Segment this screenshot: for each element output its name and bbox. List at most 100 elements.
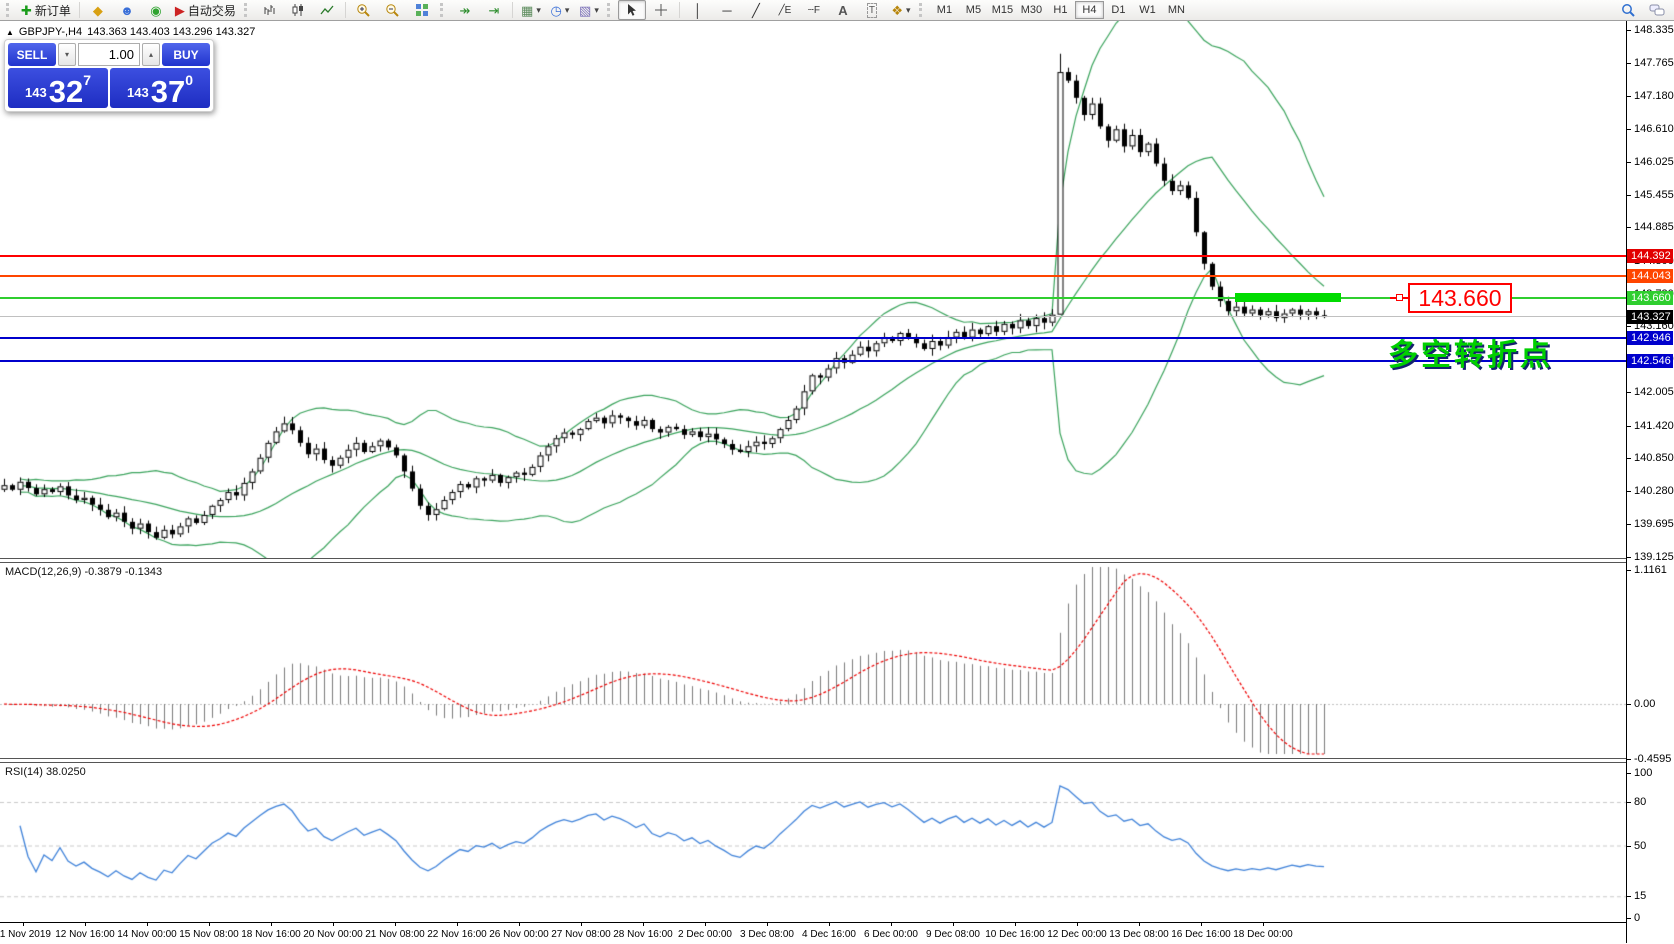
timeframe-d1[interactable]: D1 [1104,1,1133,19]
cursor-button[interactable] [618,0,646,20]
spin-up-icon: ▴ [149,50,153,59]
time-label: 13 Dec 08:00 [1109,929,1169,940]
templates-button[interactable]: ▧ ▾ [575,0,603,20]
equidistant-channel-icon: ╱E [779,4,792,17]
time-tick [1139,923,1140,926]
buy-price-panel[interactable]: 143 37 0 [110,68,210,108]
rsi-tick: 80 [1634,796,1646,808]
autoscroll-button[interactable]: ↠ [451,0,479,20]
autotrading-button[interactable]: ▶ 自动交易 [171,0,240,20]
horizontal-line-143.66[interactable] [0,297,1626,299]
timeframe-h1[interactable]: H1 [1046,1,1075,19]
zoom-in-button[interactable] [350,0,378,20]
timeframe-m5[interactable]: M5 [959,1,988,19]
arrows-button[interactable]: ❖ ▾ [887,0,915,20]
support-highlight-bar[interactable] [1235,293,1341,302]
rsi-tick: 50 [1634,840,1646,852]
chart-ohlc-values: 143.363 143.403 143.296 143.327 [87,26,255,38]
price-tick: 146.610 [1634,123,1674,135]
horizontal-line-143.327[interactable] [0,316,1626,317]
horizontal-line-144.392[interactable] [0,255,1626,257]
main-chart-canvas[interactable] [0,21,1626,558]
toolbar-grip[interactable] [440,3,447,17]
time-label: 18 Dec 00:00 [1233,929,1293,940]
volume-input[interactable] [78,43,140,66]
candlestick-button[interactable] [284,0,312,20]
vertical-line-icon: │ [694,4,702,17]
turning-point-annotation[interactable]: 多空转折点 [1388,330,1553,374]
pane-divider[interactable] [0,758,1626,763]
fibonacci-icon: ┄F [808,4,820,17]
price-flag-label[interactable]: 143.660 [1408,283,1512,313]
toolbar-grip[interactable] [6,3,13,17]
price-tick: 139.695 [1634,518,1674,530]
time-label: 15 Nov 08:00 [179,929,239,940]
timeframe-w1[interactable]: W1 [1133,1,1162,19]
chart-shift-button[interactable]: ⇥ [480,0,508,20]
separator [512,2,513,18]
buy-button[interactable]: BUY [162,43,210,66]
pane-divider[interactable] [0,558,1626,563]
volume-increase-button[interactable]: ▴ [142,43,160,66]
time-label: 18 Nov 16:00 [241,929,301,940]
navigator-button[interactable]: ☻ [113,0,141,20]
separator [345,2,346,18]
new-order-button[interactable]: ✚ 新订单 [17,0,75,20]
periods-clock-icon: ◷ [551,4,562,17]
text-icon: A [838,4,847,17]
new-chart-button[interactable]: ▦ ▾ [517,0,545,20]
crosshair-button[interactable] [647,0,675,20]
trendline-button[interactable]: ╱ [742,0,770,20]
market-watch-button[interactable]: ◆ [84,0,112,20]
time-axis[interactable]: 11 Nov 201912 Nov 16:0014 Nov 00:0015 No… [0,922,1626,944]
signals-button[interactable]: ◉ [142,0,170,20]
periods-button[interactable]: ◷ ▾ [546,0,574,20]
timeframe-m30[interactable]: M30 [1017,1,1046,19]
rsi-tick: 15 [1634,890,1646,902]
chevron-down-icon: ▾ [565,4,570,17]
rsi-pane: RSI(14) 38.0250 [0,762,1626,922]
horizontal-line-icon: ─ [722,4,731,17]
time-label: 6 Dec 00:00 [864,929,918,940]
zoom-out-button[interactable] [379,0,407,20]
horizontal-line-142.546[interactable] [0,360,1626,362]
macd-canvas[interactable] [0,562,1626,758]
price-axis[interactable]: 148.335147.765147.180146.610146.025145.4… [1627,21,1674,943]
horizontal-line-button[interactable]: ─ [713,0,741,20]
toolbar-grip[interactable] [244,3,251,17]
horizontal-line-144.043[interactable] [0,275,1626,277]
time-tick [147,923,148,926]
separator [79,2,80,18]
timeframe-m1[interactable]: M1 [930,1,959,19]
tile-windows-button[interactable] [408,0,436,20]
toolbar-grip[interactable] [919,3,926,17]
timeframe-h4[interactable]: H4 [1075,1,1104,19]
time-label: 3 Dec 08:00 [740,929,794,940]
search-button[interactable] [1614,0,1642,20]
sell-price-panel[interactable]: 143 32 7 [8,68,108,108]
bar-chart-button[interactable] [255,0,283,20]
line-chart-button[interactable] [313,0,341,20]
time-tick [705,923,706,926]
arrows-icon: ❖ [891,4,903,17]
sell-button[interactable]: SELL [8,43,56,66]
horizontal-line-142.946[interactable] [0,337,1626,339]
equidistant-channel-button[interactable]: ╱E [771,0,799,20]
text-label-button[interactable]: T [858,0,886,20]
price-flag-anchor [1396,294,1403,301]
collapse-arrow-icon[interactable]: ▲ [6,28,14,37]
text-button[interactable]: A [829,0,857,20]
rsi-canvas[interactable] [0,762,1626,922]
price-tick: 141.420 [1634,420,1674,432]
volume-decrease-button[interactable]: ▾ [58,43,76,66]
timeframe-m15[interactable]: M15 [988,1,1017,19]
macd-tick: 1.1161 [1634,564,1667,576]
fibonacci-button[interactable]: ┄F [800,0,828,20]
vertical-line-button[interactable]: │ [684,0,712,20]
chevron-down-icon: ▾ [536,4,541,17]
rsi-tick: 100 [1634,767,1652,779]
time-label: 10 Dec 16:00 [985,929,1045,940]
toolbar-grip[interactable] [607,3,614,17]
timeframe-mn[interactable]: MN [1162,1,1191,19]
chat-button[interactable] [1643,0,1671,20]
